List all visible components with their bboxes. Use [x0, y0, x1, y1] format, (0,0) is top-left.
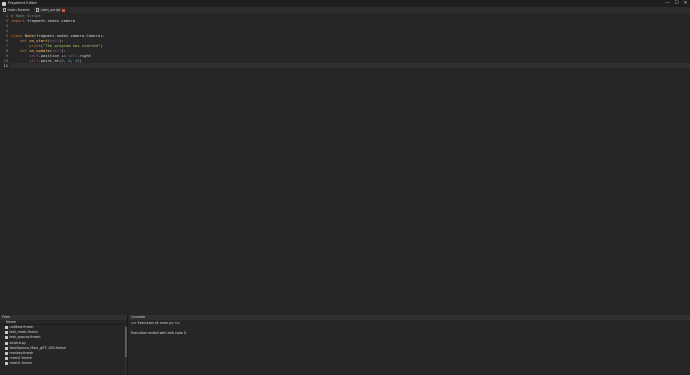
- file-icon: [5, 346, 8, 350]
- file-icon: [5, 326, 8, 330]
- editor-window: Fragment Editor — ☐ ✕ main.fscene cam_sc…: [0, 0, 690, 375]
- unsaved-changes-icon: [61, 8, 65, 12]
- file-icon: [5, 341, 8, 345]
- close-button[interactable]: ✕: [681, 0, 690, 7]
- console-panel: Console >> Execution of: main.py << Exec…: [129, 315, 690, 375]
- file-icon: [5, 357, 8, 361]
- list-item[interactable]: mesh1.fmesh: [0, 361, 127, 366]
- line-number: 11: [3, 63, 8, 68]
- code-token: ): [79, 58, 82, 63]
- title-bar: Fragment Editor — ☐ ✕: [0, 0, 690, 7]
- app-icon: [2, 1, 6, 6]
- minimize-button[interactable]: —: [663, 0, 672, 7]
- maximize-button[interactable]: ☐: [672, 0, 681, 7]
- window-controls: — ☐ ✕: [663, 0, 690, 7]
- code-token: ): [100, 43, 103, 48]
- file-icon: [5, 336, 8, 340]
- code-area[interactable]: # Node Script import fragment.nodes.camer…: [11, 13, 690, 68]
- console-line: Execution ended with exit code 0: [131, 331, 186, 335]
- file-list: untitled.fmesh test_mesh.fmesh test_sponza…: [0, 325, 127, 374]
- code-token: import: [11, 18, 28, 23]
- file-icon: [5, 362, 8, 366]
- line-number-gutter: 1 2 3 4 5 6 7 8 9 10 11: [0, 13, 9, 315]
- files-panel: Files Name untitled.fmesh test_mesh.fmesh…: [0, 315, 128, 375]
- file-icon: [36, 8, 40, 12]
- code-editor[interactable]: 1 2 3 4 5 6 7 8 9 10 11 # Node Script import fragme…: [0, 13, 690, 315]
- file-name: mesh1.fmesh: [9, 361, 32, 366]
- file-icon: [5, 331, 8, 335]
- file-icon: [5, 352, 8, 356]
- console-output: >> Execution of: main.py << Execution en…: [129, 320, 690, 337]
- bottom-panels: Files Name untitled.fmesh test_mesh.fmesh…: [0, 315, 690, 375]
- window-title: Fragment Editor: [8, 1, 37, 5]
- code-line[interactable]: [11, 63, 690, 68]
- file-list-scrollbar[interactable]: [124, 325, 127, 374]
- file-icon: [3, 8, 6, 12]
- code-token: fragment.nodes.camera: [27, 18, 76, 23]
- code-token: .point_at(: [38, 58, 62, 63]
- scrollbar-thumb[interactable]: [124, 327, 127, 357]
